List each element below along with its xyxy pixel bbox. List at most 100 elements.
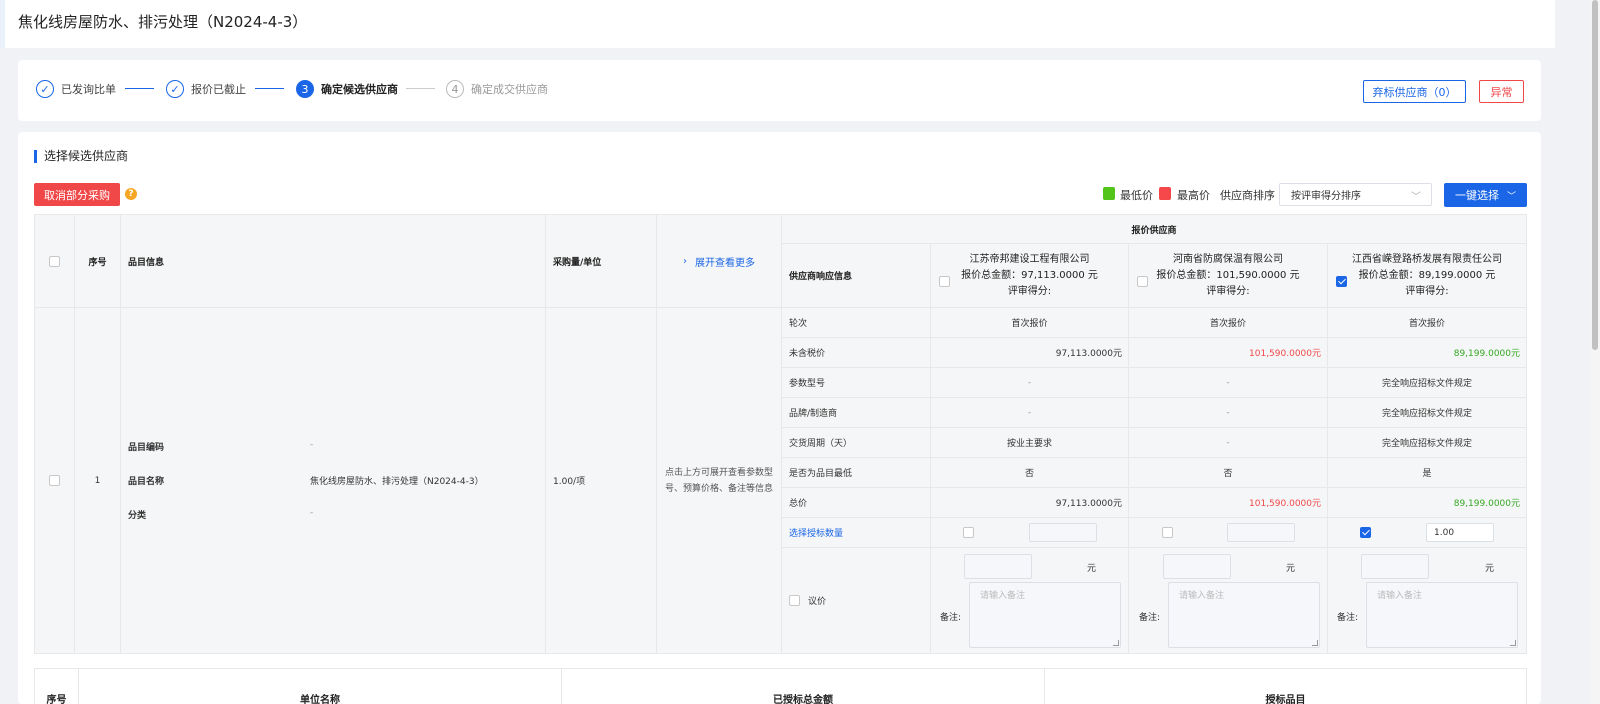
help-icon[interactable]: ? xyxy=(125,188,137,200)
resize-handle-icon[interactable] xyxy=(1113,640,1119,646)
select-all-checkbox[interactable] xyxy=(49,255,60,267)
detail-value: 否 xyxy=(1129,458,1328,488)
supplier-total: 报价总金额：101,590.0000 元 xyxy=(1156,269,1300,281)
header-select-all xyxy=(34,214,75,308)
detail-value: - xyxy=(1129,398,1328,428)
supplier-select-checkbox[interactable] xyxy=(939,276,950,287)
check-icon: ✓ xyxy=(36,80,54,98)
detail-label: 参数型号 xyxy=(782,368,931,398)
summary-header-awarded-items: 授标品目 xyxy=(1265,695,1306,704)
step-number: 3 xyxy=(296,80,314,98)
detail-value: 首次报价 xyxy=(1129,308,1328,338)
one-click-select-button[interactable]: 一键选择 ﹀ xyxy=(1444,183,1527,207)
row-expand-hint: 点击上方可展开查看参数型 号、预算价格、备注等信息 xyxy=(657,308,782,654)
detail-value: 首次报价 xyxy=(1328,308,1527,338)
yuan-unit: 元 xyxy=(1286,564,1296,574)
remark-textarea[interactable]: 请输入备注 xyxy=(1168,582,1320,648)
award-qty-cell xyxy=(1129,518,1328,548)
award-qty-input[interactable]: 1.00 xyxy=(1426,523,1494,542)
candidate-supplier-card: 选择候选供应商 取消部分采购 ? 最低价 最高价 供应商排序 按评审得分排序 ﹀… xyxy=(18,132,1541,704)
step-label: 确定候选供应商 xyxy=(321,83,398,96)
yuan-unit: 元 xyxy=(1087,564,1097,574)
detail-value: 完全响应招标文件规定 xyxy=(1328,368,1527,398)
expand-more-label: 展开查看更多 xyxy=(695,257,755,269)
supplier-header-2: 河南省防腐保温有限公司 报价总金额：101,590.0000 元 评审得分: xyxy=(1129,244,1328,308)
supplier-sort-label: 供应商排序 xyxy=(1220,189,1275,202)
header-qty-unit: 采购量/单位 xyxy=(546,214,657,308)
header-seq: 序号 xyxy=(75,214,121,308)
item-category-value: - xyxy=(310,508,314,518)
highest-price-legend: 最高价 xyxy=(1177,189,1210,202)
row-select-cell xyxy=(34,308,75,654)
detail-value: 完全响应招标文件规定 xyxy=(1328,398,1527,428)
award-checkbox[interactable] xyxy=(1162,527,1173,538)
scrollbar-thumb[interactable] xyxy=(1592,0,1598,350)
step-4: 4 确定成交供应商 xyxy=(446,79,548,99)
supplier-score: 评审得分: xyxy=(1007,285,1052,297)
step-2: ✓ 报价已截止 xyxy=(166,79,246,99)
remark-textarea[interactable]: 请输入备注 xyxy=(969,582,1121,648)
step-connector xyxy=(406,88,435,89)
step-label: 确定成交供应商 xyxy=(471,83,548,96)
step-number: 4 xyxy=(446,80,464,98)
remark-label: 备注: xyxy=(1337,613,1359,623)
detail-value-highest: 101,590.0000元 xyxy=(1129,488,1328,518)
award-checkbox[interactable] xyxy=(963,527,974,538)
header-response-info: 供应商响应信息 xyxy=(782,244,931,308)
resize-handle-icon[interactable] xyxy=(1312,640,1318,646)
abnormal-button[interactable]: 异常 xyxy=(1479,80,1524,103)
resize-handle-icon[interactable] xyxy=(1510,640,1516,646)
detail-value-highest: 101,590.0000元 xyxy=(1129,338,1328,368)
negotiate-supplier-cell: 元 备注: 请输入备注 xyxy=(931,548,1129,654)
supplier-select-checkbox[interactable] xyxy=(1137,276,1148,287)
supplier-total: 报价总金额：89,199.0000 元 xyxy=(1358,269,1496,281)
award-qty-input[interactable] xyxy=(1227,523,1295,542)
negotiate-checkbox[interactable] xyxy=(789,595,800,606)
detail-value: 完全响应招标文件规定 xyxy=(1328,428,1527,458)
award-checkbox[interactable] xyxy=(1360,527,1371,538)
row-select-checkbox[interactable] xyxy=(49,475,60,486)
candidate-table: 序号 品目信息 采购量/单位 › 展开查看更多 报价供应商 供应商响应信息 江苏… xyxy=(34,214,1527,654)
remark-textarea[interactable]: 请输入备注 xyxy=(1366,582,1518,648)
negotiate-price-input[interactable] xyxy=(1163,554,1231,579)
supplier-sort-select[interactable]: 按评审得分排序 ﹀ xyxy=(1279,183,1432,206)
negotiate-price-input[interactable] xyxy=(964,554,1032,579)
item-code-label: 品目编码 xyxy=(128,443,165,453)
one-click-select-label: 一键选择 xyxy=(1454,189,1499,202)
step-connector xyxy=(255,88,284,89)
step-3: 3 确定候选供应商 xyxy=(296,79,398,99)
summary-header-awarded-amount: 已授标总金额 xyxy=(562,669,1045,704)
expand-more-link[interactable]: › 展开查看更多 xyxy=(657,214,782,308)
detail-value: 按业主要求 xyxy=(931,428,1129,458)
remark-label: 备注: xyxy=(1139,613,1161,623)
supplier-score: 评审得分: xyxy=(1405,285,1449,297)
supplier-select-checkbox[interactable] xyxy=(1336,276,1347,287)
item-name-label: 品目名称 xyxy=(128,477,165,487)
lowest-price-swatch xyxy=(1103,187,1115,200)
header-quote-suppliers: 报价供应商 xyxy=(782,214,1527,244)
check-icon: ✓ xyxy=(166,80,184,98)
expand-hint-line-1: 点击上方可展开查看参数型 xyxy=(664,467,773,478)
lowest-price-legend: 最低价 xyxy=(1120,189,1153,202)
page-scrollbar[interactable] xyxy=(1590,0,1600,704)
steps-card: ✓ 已发询比单 ✓ 报价已截止 3 确定候选供应商 4 确定成交供应商 弃标供应… xyxy=(18,60,1541,121)
negotiate-price-input[interactable] xyxy=(1361,554,1429,579)
abandoned-suppliers-button[interactable]: 弃标供应商（0） xyxy=(1363,80,1466,103)
negotiate-label: 议价 xyxy=(808,597,827,607)
sort-select-value: 按评审得分排序 xyxy=(1291,191,1361,202)
award-qty-cell xyxy=(931,518,1129,548)
award-qty-input[interactable] xyxy=(1029,523,1097,542)
highest-price-swatch xyxy=(1159,187,1171,200)
detail-value: - xyxy=(1129,368,1328,398)
step-label: 报价已截止 xyxy=(191,83,246,96)
row-seq: 1 xyxy=(75,308,121,654)
cancel-partial-purchase-button[interactable]: 取消部分采购 xyxy=(34,183,120,206)
yuan-unit: 元 xyxy=(1485,564,1495,574)
supplier-name: 河南省防腐保温有限公司 xyxy=(1173,253,1283,265)
detail-label: 品牌/制造商 xyxy=(782,398,931,428)
award-qty-cell: 1.00 xyxy=(1328,518,1527,548)
remark-placeholder: 请输入备注 xyxy=(1179,591,1225,601)
top-bar-accent xyxy=(0,0,5,48)
chevron-right-icon: › xyxy=(683,255,687,267)
step-label: 已发询比单 xyxy=(61,83,116,96)
